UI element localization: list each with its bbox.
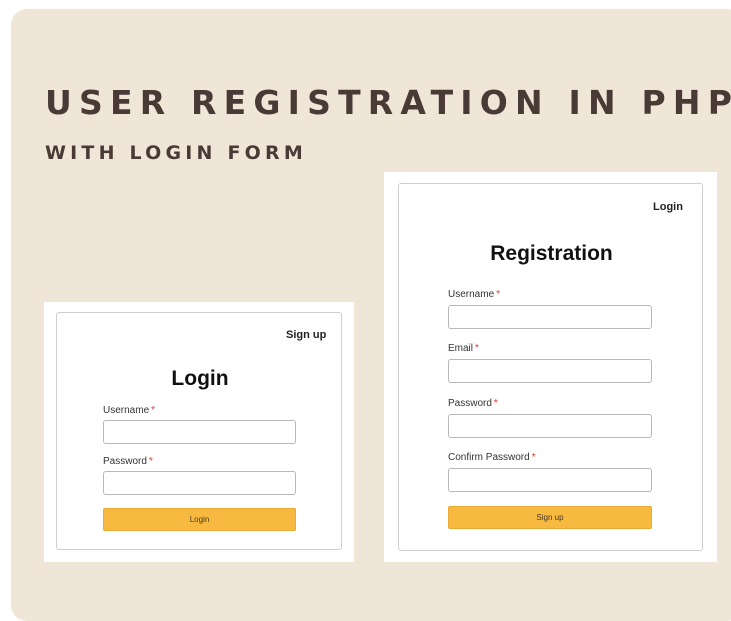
email-input[interactable] (448, 359, 652, 383)
username-label: Username * (103, 405, 156, 416)
login-form: Sign up Login Username * Password * Login (56, 312, 342, 550)
password-input[interactable] (448, 414, 652, 438)
email-label: Email * (448, 343, 479, 354)
registration-form: Login Registration Username * Email * Pass… (398, 183, 703, 551)
confirm-password-input[interactable] (448, 468, 652, 492)
banner-title: USER REGISTRATION IN PHP (45, 83, 731, 122)
signup-link[interactable]: Sign up (286, 329, 326, 341)
login-link[interactable]: Login (653, 201, 683, 213)
signup-button[interactable]: Sign up (448, 506, 652, 529)
required-mark: * (496, 289, 501, 300)
required-mark: * (531, 452, 536, 463)
banner-subtitle: WITH LOGIN FORM (45, 142, 307, 164)
password-input[interactable] (103, 471, 296, 495)
required-mark: * (493, 398, 498, 409)
required-mark: * (151, 405, 156, 416)
registration-title: Registration (490, 242, 613, 265)
login-card: Sign up Login Username * Password * Login (44, 302, 354, 562)
required-mark: * (148, 456, 153, 467)
required-mark: * (475, 343, 479, 354)
confirm-password-label: Confirm Password * (448, 452, 536, 463)
registration-card: Login Registration Username * Email * Pass… (384, 172, 717, 562)
password-label: Password * (448, 398, 498, 409)
username-label: Username * (448, 289, 501, 300)
username-input[interactable] (448, 305, 652, 329)
username-input[interactable] (103, 420, 296, 444)
password-label: Password * (103, 456, 153, 467)
login-button[interactable]: Login (103, 508, 296, 531)
login-title: Login (171, 367, 229, 390)
